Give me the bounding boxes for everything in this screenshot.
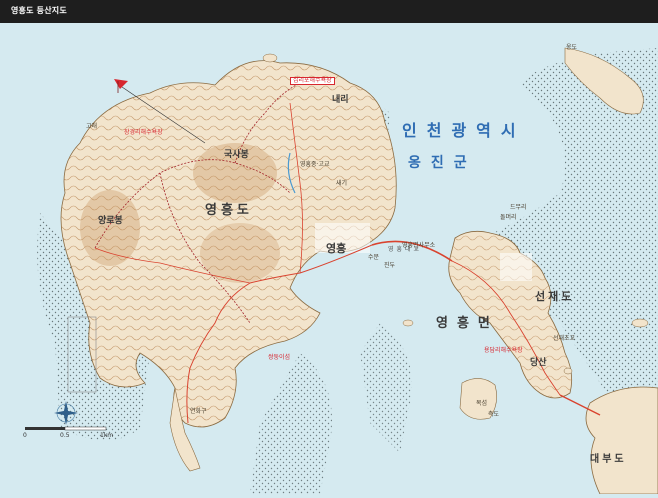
label-simni-beach: 십리포해수욕장 [290,77,335,85]
tidal-flat-mid [360,323,412,453]
scale-label-0: 0 [23,432,27,439]
tidal-flat-bottom [250,353,332,494]
label-mokseom: 목섬 [476,400,488,407]
flag-icon [114,79,128,89]
label-jindu: 진두 [384,262,396,269]
village-seonjae-grid [500,253,532,281]
header-bar: 영흥도 등산지도 [0,0,658,23]
label-ongjin-county: 옹진군 [408,155,477,171]
label-jangkyeongni-beach: 장경리해수욕장 [124,129,163,136]
label-seonjaedo: 선재도 [535,290,575,303]
label-seonjae-school: 선재초교 [553,335,576,342]
label-gorae: 고래 [86,123,98,130]
peak-yangrobong [80,190,140,266]
islet-2 [402,319,414,327]
label-naeri: 내리 [332,95,349,105]
islet-3 [631,318,649,328]
scale-bar [25,426,107,431]
peak-central [200,223,280,283]
scale-label-1km: 1km [100,432,114,439]
islet-4 [563,367,573,375]
label-ondo: 옹도 [566,44,578,51]
label-guksabong: 국사봉 [224,150,249,160]
island-daebudo [585,386,658,495]
label-dolmori: 돌머리 [500,214,517,221]
label-sumun: 수문 [368,254,380,261]
label-yeongheung-myeon: 영흥면 [436,316,499,331]
map-svg [25,47,658,495]
label-yeonhwagu: 연화구 [190,408,207,415]
page-title: 영흥도 등산지도 [11,6,67,15]
label-incheon-city: 인천광역시 [402,121,526,140]
label-youngheung-high: 영흥중·고교 [300,161,330,168]
label-saegi: 새기 [336,180,348,187]
scale-label-half: 0.5 [60,432,70,439]
label-ssangdung: 쌍둥이섬 [268,354,291,361]
label-yangrobong: 양로봉 [98,216,123,226]
label-township-office: 영흥면사무소 [402,242,436,249]
label-cheukdo: 측도 [488,411,500,418]
label-dangsan: 당산 [530,358,547,368]
label-yeongheung-village: 영흥 [326,242,347,255]
label-daebudo: 대부도 [590,454,627,465]
label-deuk: 드무리 [510,204,527,211]
map-canvas[interactable]: 인천광역시 옹진군 영흥면 영흥도 선재도 대부도 영흥 국사봉 양로봉 영흥대… [0,23,658,495]
label-yeongheungdo: 영흥도 [205,203,253,218]
label-yonggangni-beach: 용담리해수욕장 [484,347,523,354]
islet-1 [262,53,278,63]
